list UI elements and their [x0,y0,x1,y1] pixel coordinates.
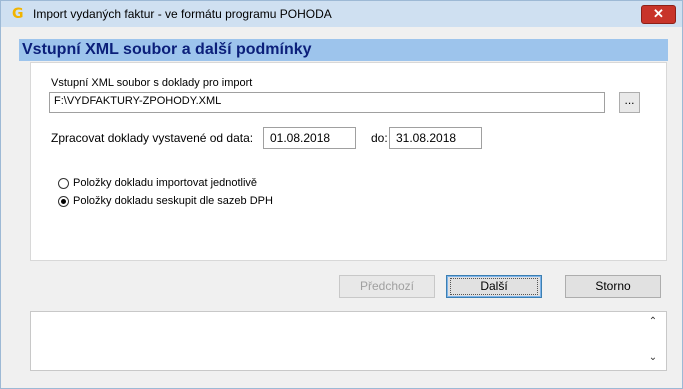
log-textarea[interactable] [30,311,667,371]
browse-button[interactable]: ... [619,92,640,113]
scroll-up-icon[interactable]: ⌃ [646,315,660,329]
radio-import-individually[interactable]: Položky dokladu importovat jednotlivě [58,177,257,189]
file-label: Vstupní XML soubor s doklady pro import [51,77,253,89]
window-title: Import vydaných faktur - ve formátu prog… [33,7,332,21]
radio-label: Položky dokladu seskupit dle sazeb DPH [73,195,273,207]
title-bar[interactable]: G Import vydaných faktur - ve formátu pr… [1,1,682,27]
radio-button-checked[interactable] [58,195,69,207]
dialog-window: G Import vydaných faktur - ve formátu pr… [0,0,683,389]
date-to-label: do: [371,131,388,145]
date-to-input[interactable]: 31.08.2018 [389,127,482,149]
cancel-button-label: Storno [595,279,631,293]
date-from-input[interactable]: 01.08.2018 [263,127,356,149]
radio-label: Položky dokladu importovat jednotlivě [73,177,258,189]
radio-button-unchecked[interactable] [58,177,69,189]
app-icon: G [12,6,24,22]
close-icon: ✕ [653,6,664,21]
next-button-label: Další [450,278,538,295]
radio-group-by-vat[interactable]: Položky dokladu seskupit dle sazeb DPH [58,195,273,207]
cancel-button[interactable]: Storno [565,275,661,298]
step-header: Vstupní XML soubor a další podmínky [19,39,668,61]
file-path-input[interactable]: F:\VYDFAKTURY-ZPOHODY.XML [49,92,605,113]
next-button[interactable]: Další [446,275,542,298]
previous-button[interactable]: Předchozí [339,275,435,298]
close-button[interactable]: ✕ [641,5,676,24]
step-title: Vstupní XML soubor a další podmínky [22,41,312,58]
date-from-label: Zpracovat doklady vystavené od data: [51,131,254,145]
scroll-down-icon[interactable]: ⌄ [646,351,660,365]
previous-button-label: Předchozí [359,279,415,293]
